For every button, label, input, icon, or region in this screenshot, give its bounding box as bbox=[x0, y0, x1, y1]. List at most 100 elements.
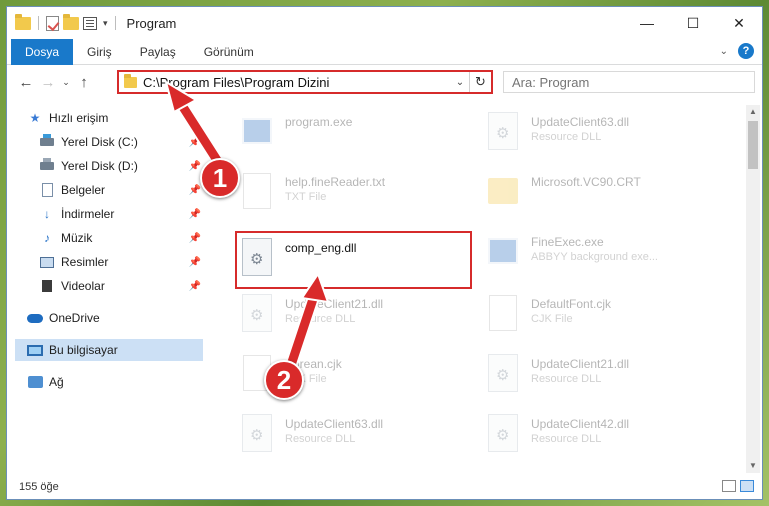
file-item[interactable]: help.fineReader.txt TXT File bbox=[237, 169, 477, 215]
pin-icon[interactable]: 📌 bbox=[189, 281, 201, 292]
window-title: Program bbox=[126, 15, 177, 31]
scroll-down-arrow-icon[interactable]: ▼ bbox=[746, 459, 760, 473]
file-item[interactable]: UpdateClient21.dll Resource DLL bbox=[483, 351, 723, 397]
pin-icon[interactable]: 📌 bbox=[189, 161, 201, 172]
sidebar-item-documents[interactable]: Belgeler 📌 bbox=[39, 179, 203, 201]
file-type: Resource DLL bbox=[531, 131, 602, 143]
sidebar-item-network[interactable]: Ağ bbox=[27, 371, 203, 393]
help-icon[interactable]: ? bbox=[738, 43, 754, 59]
txt-icon bbox=[483, 291, 523, 335]
txt-icon bbox=[237, 169, 277, 213]
dll-icon bbox=[237, 411, 277, 455]
address-bar[interactable]: C:\Program Files\Program Dizini ⌄ ↻ bbox=[117, 70, 493, 94]
sidebar-item-label: Belgeler bbox=[61, 183, 106, 197]
pin-icon[interactable]: 📌 bbox=[189, 233, 201, 244]
maximize-button[interactable]: ☐ bbox=[670, 7, 716, 39]
item-count: 155 öğe bbox=[19, 481, 59, 493]
status-bar: 155 öğe bbox=[7, 475, 762, 499]
file-item[interactable]: FineExec.exe ABBYY background exe... bbox=[483, 229, 723, 275]
details-view-icon[interactable] bbox=[722, 480, 736, 492]
vertical-scrollbar[interactable]: ▲ ▼ bbox=[746, 105, 760, 473]
videos-icon bbox=[39, 279, 55, 293]
file-item[interactable]: UpdateClient63.dll Resource DLL bbox=[237, 411, 477, 457]
file-name: UpdateClient42.dll bbox=[531, 417, 630, 431]
sidebar-item-music[interactable]: ♪ Müzik 📌 bbox=[39, 227, 203, 249]
step-2-badge: 2 bbox=[264, 360, 304, 400]
sidebar-item-quick-access[interactable]: ★ Hızlı erişim bbox=[27, 107, 203, 129]
file-item[interactable]: UpdateClient42.dll Resource DLL bbox=[483, 411, 723, 457]
tab-share[interactable]: Paylaş bbox=[126, 39, 190, 65]
search-input[interactable] bbox=[512, 74, 754, 90]
file-item[interactable]: program.exe bbox=[237, 109, 477, 155]
minimize-button[interactable]: — bbox=[624, 7, 670, 39]
pin-icon[interactable]: 📌 bbox=[189, 185, 201, 196]
navigation-bar: ← → ⌄ ↑ C:\Program Files\Program Dizini … bbox=[7, 65, 762, 99]
title-bar: ▾ Program — ☐ ✕ bbox=[7, 7, 762, 39]
step-1-badge: 1 bbox=[200, 158, 240, 198]
toolbar-divider bbox=[38, 16, 39, 30]
file-name: help.fineReader.txt bbox=[285, 175, 386, 189]
file-type: Resource DLL bbox=[531, 433, 602, 445]
pin-icon[interactable]: 📌 bbox=[189, 257, 201, 268]
file-item[interactable]: DefaultFont.cjk CJK File bbox=[483, 291, 723, 337]
folder-icon bbox=[483, 169, 523, 213]
ribbon-right-controls: ⌄ ? bbox=[720, 43, 754, 59]
star-icon: ★ bbox=[29, 111, 41, 125]
file-name: Microsoft.VC90.CRT bbox=[531, 175, 641, 189]
expand-ribbon-chevron-icon[interactable]: ⌄ bbox=[720, 46, 728, 57]
sidebar-item-label: Müzik bbox=[61, 231, 93, 245]
pin-icon[interactable]: 📌 bbox=[189, 209, 201, 220]
address-dropdown-chevron-icon[interactable]: ⌄ bbox=[451, 77, 469, 88]
sidebar-item-local-disk-c[interactable]: Yerel Disk (C:) 📌 bbox=[39, 131, 203, 153]
sidebar-item-label: Videolar bbox=[61, 279, 105, 293]
close-button[interactable]: ✕ bbox=[716, 7, 762, 39]
computer-icon bbox=[27, 343, 43, 357]
tab-home[interactable]: Giriş bbox=[73, 39, 126, 65]
tiles-view-icon[interactable] bbox=[740, 480, 754, 492]
view-properties-icon[interactable] bbox=[83, 16, 97, 30]
scroll-up-arrow-icon[interactable]: ▲ bbox=[746, 105, 760, 119]
refresh-button[interactable]: ↻ bbox=[469, 72, 491, 92]
new-folder-icon[interactable] bbox=[63, 13, 79, 30]
sidebar-item-label: Yerel Disk (C:) bbox=[61, 135, 138, 149]
sidebar-item-local-disk-d[interactable]: Yerel Disk (D:) 📌 bbox=[39, 155, 203, 177]
address-path[interactable]: C:\Program Files\Program Dizini bbox=[143, 75, 451, 90]
file-item[interactable]: Microsoft.VC90.CRT bbox=[483, 169, 723, 215]
file-name: UpdateClient21.dll bbox=[531, 357, 630, 371]
file-name: UpdateClient63.dll bbox=[285, 417, 384, 431]
customize-toolbar-chevron-icon[interactable]: ▾ bbox=[103, 18, 108, 29]
forward-button[interactable]: → bbox=[37, 74, 59, 91]
view-toggles bbox=[722, 480, 754, 492]
sidebar-item-label: Resimler bbox=[61, 255, 109, 269]
documents-icon bbox=[39, 183, 55, 197]
explorer-window: ▾ Program — ☐ ✕ Dosya Giriş Paylaş Görün… bbox=[6, 6, 763, 500]
dll-icon bbox=[483, 351, 523, 395]
quick-access-toolbar: ▾ bbox=[7, 13, 119, 31]
pin-icon[interactable]: 📌 bbox=[189, 137, 201, 148]
file-item[interactable]: UpdateClient21.dll Resource DLL bbox=[237, 291, 477, 337]
navigation-pane: ★ Hızlı erişim Yerel Disk (C:) 📌 Yerel D… bbox=[7, 105, 205, 465]
file-item[interactable]: UpdateClient63.dll Resource DLL bbox=[483, 109, 723, 155]
sidebar-item-label: Hızlı erişim bbox=[49, 111, 109, 125]
scroll-thumb[interactable] bbox=[748, 121, 758, 169]
file-type: CJK File bbox=[531, 313, 573, 325]
toolbar-divider bbox=[114, 16, 116, 30]
exe-icon bbox=[483, 229, 523, 273]
sidebar-item-this-pc[interactable]: Bu bilgisayar bbox=[15, 339, 203, 361]
tab-file[interactable]: Dosya bbox=[11, 38, 74, 65]
sidebar-item-pictures[interactable]: Resimler 📌 bbox=[39, 251, 203, 273]
file-type: TXT File bbox=[285, 191, 327, 203]
properties-check-icon[interactable] bbox=[46, 15, 59, 31]
sidebar-item-downloads[interactable]: ↓ İndirmeler 📌 bbox=[39, 203, 203, 225]
sidebar-item-videos[interactable]: Videolar 📌 bbox=[39, 275, 203, 297]
up-button[interactable]: ↑ bbox=[73, 74, 95, 91]
tab-view[interactable]: Görünüm bbox=[190, 39, 268, 65]
downloads-icon: ↓ bbox=[44, 207, 50, 221]
search-box[interactable] bbox=[503, 71, 755, 93]
recent-locations-chevron-icon[interactable]: ⌄ bbox=[59, 77, 73, 88]
file-name: UpdateClient63.dll bbox=[531, 115, 630, 129]
back-button[interactable]: ← bbox=[15, 74, 37, 91]
sidebar-item-onedrive[interactable]: OneDrive bbox=[27, 307, 203, 329]
sidebar-item-label: OneDrive bbox=[49, 311, 100, 325]
exe-icon bbox=[237, 109, 277, 153]
